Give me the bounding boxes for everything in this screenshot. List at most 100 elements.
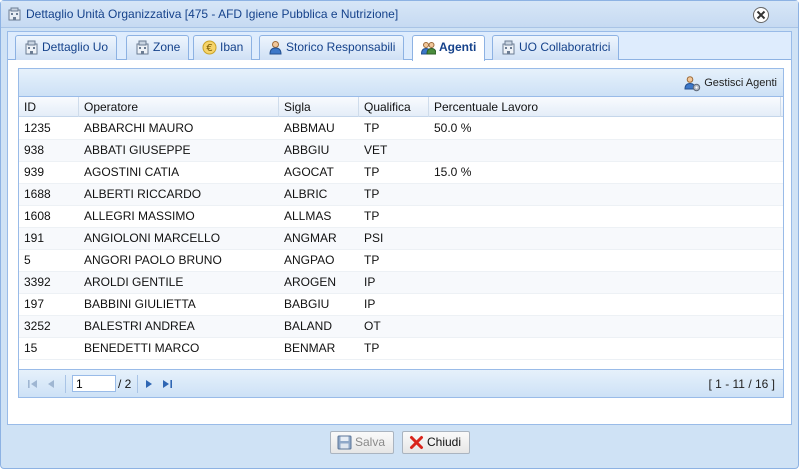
close-label: Chiudi: [427, 435, 462, 449]
save-button[interactable]: Salva: [330, 431, 395, 454]
table-row[interactable]: 3252 BALESTRI ANDREA BALAND OT: [19, 316, 783, 338]
cell-operatore: BENEDETTI MARCO: [84, 341, 200, 355]
cell-qualifica: TP: [364, 209, 380, 223]
cell-percentuale-lavoro: [429, 316, 781, 338]
page-count: / 2: [118, 377, 132, 391]
tab-uo-collaboratrici[interactable]: UO Collaboratrici: [492, 35, 620, 60]
manage-agents-button[interactable]: Gestisci Agenti: [684, 75, 777, 93]
cell-percentuale-lavoro: [429, 250, 781, 272]
cell-sigla: ANGPAO: [284, 253, 335, 267]
tab-agenti[interactable]: Agenti: [412, 35, 486, 61]
close-button[interactable]: Chiudi: [402, 431, 471, 454]
cell-percentuale-lavoro: [429, 206, 781, 228]
cell-id: 3252: [24, 319, 51, 333]
close-window-button[interactable]: [753, 7, 769, 23]
cell-operatore: ABBARCHI MAURO: [84, 121, 194, 135]
tab-label: Iban: [220, 40, 244, 54]
cell-id: 1608: [24, 209, 51, 223]
user-icon: [269, 41, 282, 55]
grid-header: ID Operatore Sigla Qualifica Percentuale…: [19, 97, 783, 117]
grid-body: 1235 ABBARCHI MAURO ABBMAU TP 50.0 % 938 ABBAT…: [19, 118, 783, 362]
cell-operatore: BALESTRI ANDREA: [84, 319, 195, 333]
agents-grid-panel: Gestisci Agenti ID Operatore Sigla Quali…: [18, 68, 784, 398]
cell-percentuale-lavoro: [429, 294, 781, 316]
cell-operatore: ABBATI GIUSEPPE: [84, 143, 191, 157]
table-row[interactable]: 1688 ALBERTI RICCARDO ALBRIC TP: [19, 184, 783, 206]
grid-toolbar: Gestisci Agenti: [19, 69, 783, 97]
table-row[interactable]: 3392 AROLDI GENTILE AROGEN IP: [19, 272, 783, 294]
tab-storico-responsabili[interactable]: Storico Responsabili: [259, 35, 405, 60]
building-icon: [502, 40, 515, 55]
cell-operatore: AGOSTINI CATIA: [84, 165, 180, 179]
page-number-input[interactable]: [72, 375, 116, 392]
last-page-icon[interactable]: [161, 378, 173, 390]
building-icon: [8, 7, 21, 21]
cell-id: 3392: [24, 275, 51, 289]
column-header-sigla[interactable]: Sigla: [279, 97, 359, 117]
floppy-disk-icon: [337, 435, 352, 450]
cell-sigla: ALLMAS: [284, 209, 332, 223]
cell-sigla: BALAND: [284, 319, 333, 333]
users-gear-icon: [684, 76, 701, 92]
table-row[interactable]: 939 AGOSTINI CATIA AGOCAT TP 15.0 %: [19, 162, 783, 184]
save-label: Salva: [355, 435, 386, 449]
cell-id: 1235: [24, 121, 51, 135]
cell-operatore: ANGORI PAOLO BRUNO: [84, 253, 222, 267]
cell-operatore: ALBERTI RICCARDO: [84, 187, 202, 201]
cell-qualifica: IP: [364, 297, 376, 311]
cell-sigla: ABBGIU: [284, 143, 330, 157]
cell-sigla: ANGMAR: [284, 231, 337, 245]
cell-id: 1688: [24, 187, 51, 201]
manage-agents-label: Gestisci Agenti: [704, 77, 777, 89]
cell-qualifica: TP: [364, 253, 380, 267]
first-page-icon[interactable]: [27, 378, 39, 390]
cell-qualifica: TP: [364, 121, 380, 135]
tab-strip: Dettaglio Uo Zone € Iban Storico Respons…: [8, 32, 791, 61]
table-row[interactable]: 191 ANGIOLONI MARCELLO ANGMAR PSI: [19, 228, 783, 250]
cell-qualifica: OT: [364, 319, 381, 333]
pagination-info: [ 1 - 11 / 16 ]: [708, 377, 775, 391]
next-page-icon[interactable]: [143, 378, 155, 390]
cell-qualifica: TP: [364, 187, 380, 201]
table-row[interactable]: 1608 ALLEGRI MASSIMO ALLMAS TP: [19, 206, 783, 228]
table-row[interactable]: 5 ANGORI PAOLO BRUNO ANGPAO TP: [19, 250, 783, 272]
svg-text:€: €: [206, 43, 212, 54]
cell-percentuale-lavoro: [429, 184, 781, 206]
cell-operatore: AROLDI GENTILE: [84, 275, 184, 289]
cell-qualifica: TP: [364, 341, 380, 355]
tab-label: Dettaglio Uo: [42, 40, 109, 54]
tab-dettaglio-uo[interactable]: Dettaglio Uo: [15, 35, 118, 60]
pager-separator: [65, 375, 66, 393]
column-header-operatore[interactable]: Operatore: [79, 97, 279, 117]
tab-label: UO Collaboratrici: [519, 40, 611, 54]
tab-iban[interactable]: € Iban: [193, 35, 253, 60]
cell-id: 5: [24, 253, 31, 267]
cell-qualifica: PSI: [364, 231, 384, 245]
red-x-icon: [410, 436, 423, 449]
cell-id: 939: [24, 165, 45, 179]
table-row[interactable]: 938 ABBATI GIUSEPPE ABBGIU VET: [19, 140, 783, 162]
previous-page-icon[interactable]: [45, 378, 57, 390]
pager-separator: [137, 375, 138, 393]
tab-label: Agenti: [439, 40, 477, 54]
cell-sigla: BABGIU: [284, 297, 330, 311]
cell-sigla: BENMAR: [284, 341, 336, 355]
cell-percentuale-lavoro: [429, 338, 781, 360]
tab-zone[interactable]: Zone: [126, 35, 190, 60]
table-row[interactable]: 1235 ABBARCHI MAURO ABBMAU TP 50.0 %: [19, 118, 783, 140]
table-row[interactable]: 15 BENEDETTI MARCO BENMAR TP: [19, 338, 783, 360]
column-header-qualifica[interactable]: Qualifica: [359, 97, 429, 117]
tab-label: Zone: [153, 40, 181, 54]
column-header-percentuale-lavoro[interactable]: Percentuale Lavoro: [429, 97, 781, 117]
window-title: Dettaglio Unità Organizzativa [475 - AFD…: [26, 7, 399, 21]
cell-sigla: AROGEN: [284, 275, 337, 289]
cell-qualifica: IP: [364, 275, 376, 289]
title-bar[interactable]: Dettaglio Unità Organizzativa [475 - AFD…: [1, 1, 798, 28]
cell-operatore: BABBINI GIULIETTA: [84, 297, 196, 311]
cell-qualifica: VET: [364, 143, 388, 157]
dialog-window: Dettaglio Unità Organizzativa [475 - AFD…: [0, 0, 799, 469]
column-header-id[interactable]: ID: [19, 97, 79, 117]
building-icon: [136, 40, 149, 55]
table-row[interactable]: 197 BABBINI GIULIETTA BABGIU IP: [19, 294, 783, 316]
cell-percentuale-lavoro: [429, 140, 781, 162]
